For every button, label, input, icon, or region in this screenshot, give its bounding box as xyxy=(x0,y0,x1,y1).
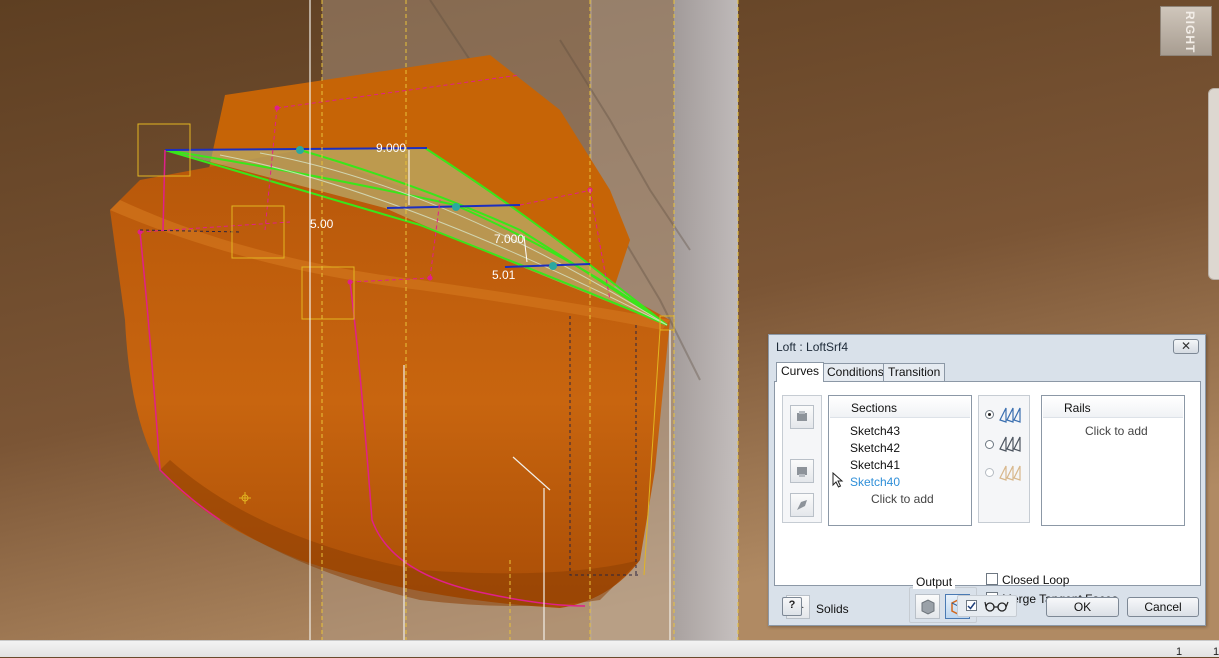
tab-transition[interactable]: Transition xyxy=(883,363,946,381)
ok-button[interactable]: OK xyxy=(1046,597,1119,617)
status-value-1: 1 xyxy=(1176,646,1183,658)
section-tools xyxy=(782,395,822,523)
checkmark-icon xyxy=(967,602,976,610)
viewcube[interactable]: RIGHT xyxy=(1160,6,1212,56)
dimension-7000[interactable]: 7.000 xyxy=(494,232,524,246)
close-button[interactable]: ✕ xyxy=(1173,339,1199,354)
centerline-loft-icon xyxy=(999,436,1021,452)
section-edit-button[interactable] xyxy=(790,493,814,517)
solid-body-icon xyxy=(921,599,935,615)
rails-header: Rails xyxy=(1043,397,1183,418)
sections-list[interactable]: Sections Sketch43 Sketch42 Sketch41 Sket… xyxy=(828,395,972,526)
list-item[interactable]: Sketch43 xyxy=(850,424,900,438)
sections-click-to-add[interactable]: Click to add xyxy=(871,492,934,506)
dimension-9000[interactable]: 9.000 xyxy=(376,141,406,155)
output-label: Output xyxy=(913,575,956,589)
area-loft-icon xyxy=(999,465,1021,481)
list-item[interactable]: Sketch42 xyxy=(850,441,900,455)
tab-conditions[interactable]: Conditions xyxy=(822,363,889,381)
list-item[interactable]: Sketch41 xyxy=(850,458,900,472)
navigation-bar[interactable] xyxy=(1208,88,1219,280)
mouse-cursor-icon xyxy=(832,472,844,488)
solids-label: Solids xyxy=(816,602,849,616)
dimension-501[interactable]: 5.01 xyxy=(492,268,516,282)
rails-loft-icon xyxy=(999,407,1021,423)
viewcube-face-label: RIGHT xyxy=(1183,11,1197,54)
section-down-icon xyxy=(797,467,807,477)
close-icon: ✕ xyxy=(1180,339,1192,353)
dimension-500[interactable]: 5.00 xyxy=(310,217,334,231)
rails-list[interactable]: Rails Click to add xyxy=(1041,395,1185,526)
closed-loop-checkbox[interactable] xyxy=(986,573,998,585)
section-up-icon xyxy=(797,411,807,421)
preview-toggle[interactable] xyxy=(957,595,1017,617)
help-button[interactable]: ? xyxy=(782,597,802,616)
output-solid-button[interactable] xyxy=(915,594,940,619)
rails-click-to-add[interactable]: Click to add xyxy=(1085,424,1148,438)
rails-radio[interactable] xyxy=(985,410,994,419)
dialog-title: Loft : LoftSrf4 xyxy=(776,340,849,354)
centerline-radio[interactable] xyxy=(985,440,994,449)
sections-header: Sections xyxy=(830,397,970,418)
move-section-down-button[interactable] xyxy=(790,459,814,483)
list-item[interactable]: Sketch40 xyxy=(850,475,900,489)
cancel-button[interactable]: Cancel xyxy=(1127,597,1199,617)
closed-loop-label: Closed Loop xyxy=(1002,573,1070,587)
tab-curves[interactable]: Curves xyxy=(776,362,825,382)
section-edit-icon xyxy=(797,500,807,510)
preview-checkbox[interactable] xyxy=(966,600,977,611)
status-bar: 1 1 xyxy=(0,640,1219,658)
area-loft-radio[interactable] xyxy=(985,468,994,477)
glasses-preview-icon xyxy=(984,601,1009,612)
status-value-2: 1 xyxy=(1213,646,1219,658)
loft-type-options xyxy=(978,395,1030,523)
help-icon: ? xyxy=(788,599,796,611)
move-section-up-button[interactable] xyxy=(790,405,814,429)
